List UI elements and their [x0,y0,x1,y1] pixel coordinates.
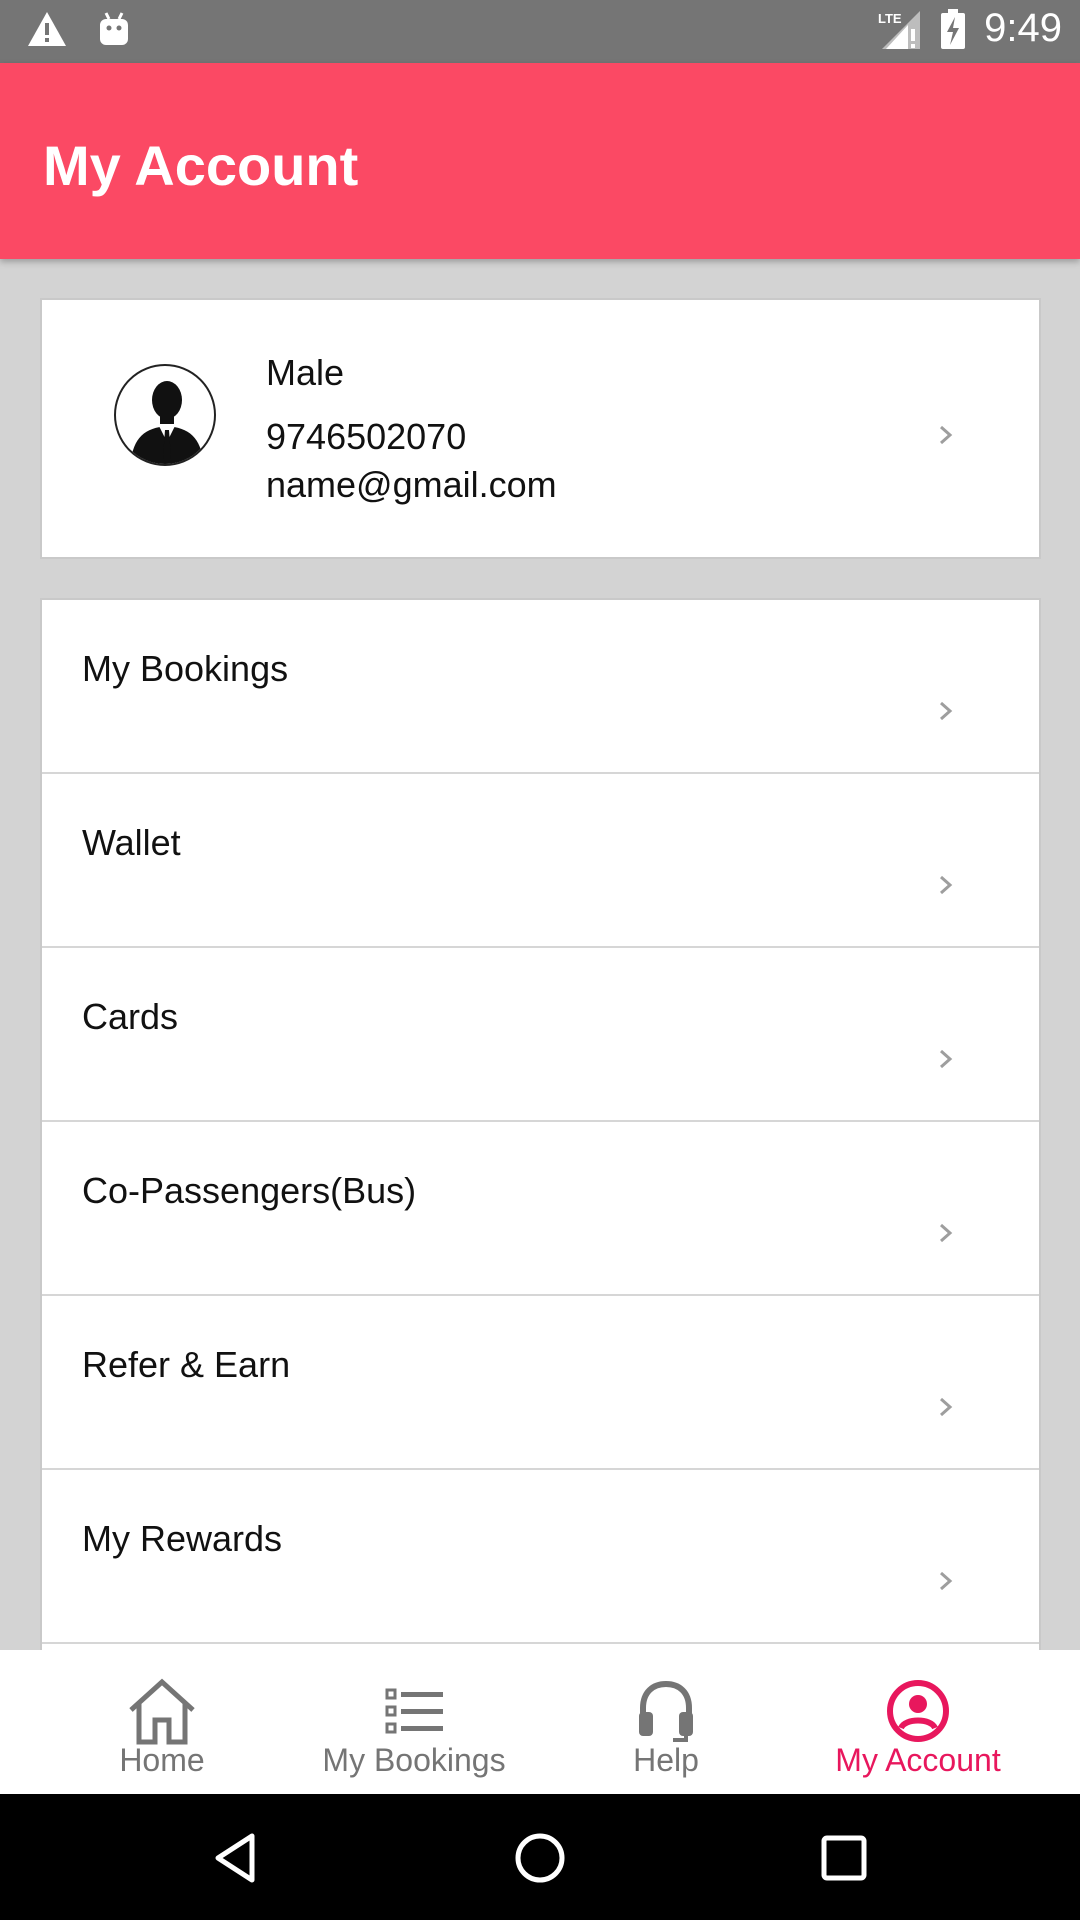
avatar [114,364,216,466]
home-icon [129,1678,195,1745]
profile-gender: Male [266,352,345,393]
profile-card[interactable]: Male 9746502070 name@gmail.com [40,298,1041,559]
system-nav-bar [0,1794,1080,1920]
menu-item-label: Co-Passengers(Bus) [82,1170,417,1211]
nav-label: My Account [835,1742,1001,1778]
menu-item-wallet[interactable]: Wallet [42,774,1039,948]
svg-text:LTE: LTE [878,11,902,26]
status-bar: LTE 9:49 [0,0,1080,63]
account-circle-icon [887,1680,949,1742]
status-time: 9:49 [984,6,1062,50]
chevron-right-icon [940,1397,953,1417]
nav-my-account[interactable]: My Account [783,1650,1053,1794]
chevron-right-icon [940,1571,953,1591]
chevron-right-icon [940,875,953,895]
chevron-right-icon [940,701,953,721]
page-title: My Account [43,134,359,197]
nav-home[interactable]: Home [27,1650,297,1794]
menu-item-refer-earn[interactable]: Refer & Earn [42,1296,1039,1470]
chevron-right-icon [940,1223,953,1243]
nav-label: My Bookings [322,1742,506,1778]
home-circle-icon[interactable] [512,1830,568,1886]
battery-charging-icon [941,8,966,49]
nav-label: Home [119,1742,205,1778]
chevron-right-icon [940,1049,953,1069]
app-bar: My Account [0,63,1080,259]
account-menu: My Bookings Wallet Cards Co-Passengers(B… [40,598,1041,1650]
chevron-right-icon [940,425,953,445]
menu-item-label: Refer & Earn [82,1344,291,1385]
warning-icon [28,12,66,46]
android-icon [100,12,128,45]
lte-signal-icon: LTE [878,10,921,49]
menu-item-label: My Bookings [82,648,289,689]
menu-item-my-rewards[interactable]: My Rewards [42,1470,1039,1644]
user-silhouette-icon [130,381,204,464]
profile-email: name@gmail.com [266,464,557,505]
back-icon[interactable] [208,1830,264,1886]
menu-item-my-bookings[interactable]: My Bookings [42,600,1039,774]
headset-icon [639,1680,693,1742]
bottom-nav: Home My Bookings Help My Account [0,1650,1080,1794]
list-icon [385,1688,443,1734]
nav-label: Help [633,1742,699,1778]
nav-my-bookings[interactable]: My Bookings [279,1650,549,1794]
menu-item-label: Wallet [82,822,181,863]
menu-item-label: My Rewards [82,1518,283,1559]
recents-icon[interactable] [816,1830,872,1886]
profile-phone: 9746502070 [266,416,467,457]
nav-help[interactable]: Help [531,1650,801,1794]
menu-item-co-passengers[interactable]: Co-Passengers(Bus) [42,1122,1039,1296]
menu-item-label: Cards [82,996,179,1037]
menu-item-cards[interactable]: Cards [42,948,1039,1122]
